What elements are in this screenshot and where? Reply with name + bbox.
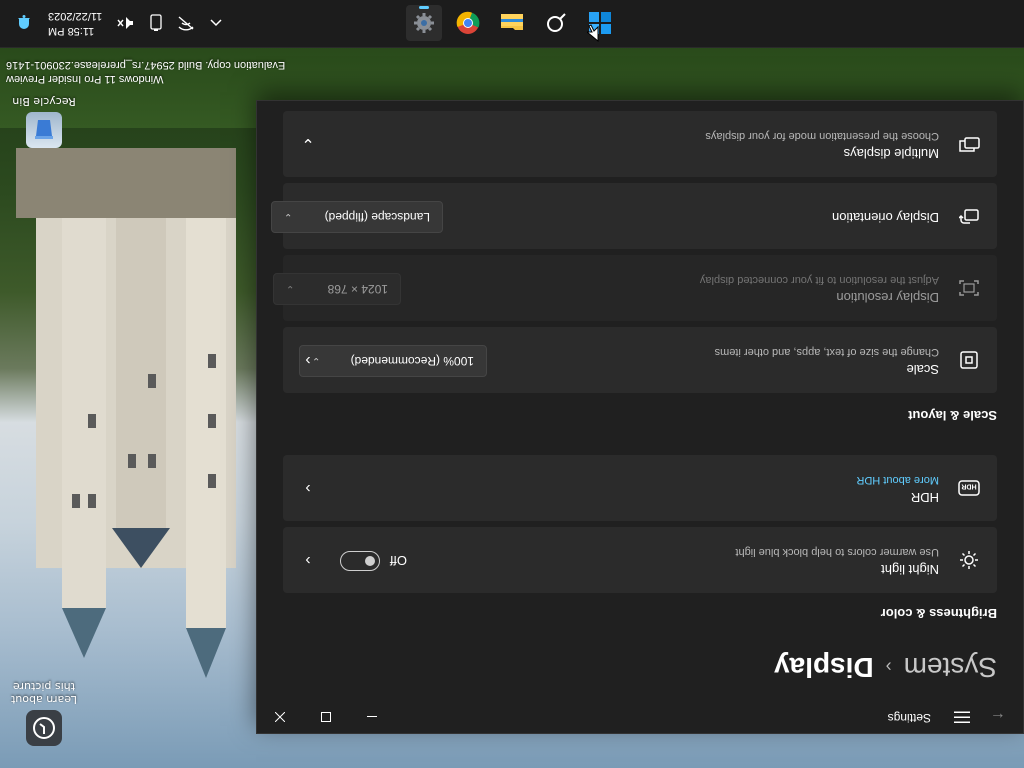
orientation-dropdown[interactable]: Landscape (flipped) ⌄ [271, 201, 443, 233]
hdr-icon: HDR [957, 476, 981, 500]
back-arrow-icon: ← [990, 709, 1006, 726]
scale-icon [957, 348, 981, 372]
castle-image [16, 148, 236, 678]
battery-icon [150, 14, 162, 31]
close-button[interactable] [257, 701, 303, 733]
minimize-button[interactable] [349, 701, 395, 733]
resolution-title: Display resolution [836, 290, 939, 305]
show-hidden-icons-button[interactable] [204, 11, 228, 35]
display-resolution-card: Display resolution Adjust the resolution… [273, 255, 997, 321]
chevron-up-icon [210, 19, 222, 27]
display-orientation-card[interactable]: Display orientation Landscape (flipped) … [271, 183, 997, 249]
breadcrumb-system[interactable]: System [904, 651, 997, 683]
minimize-icon [367, 716, 377, 717]
scale-card[interactable]: Scale Change the size of text, apps, and… [283, 327, 997, 393]
gear-icon [414, 13, 434, 33]
more-about-hdr-link[interactable]: More about HDR [856, 474, 939, 486]
watermark-line-2: Evaluation copy. Build 25947.rs_prerelea… [6, 59, 286, 71]
resolution-subtitle: Adjust the resolution to fit your connec… [699, 274, 939, 286]
breadcrumb: System › Display [774, 651, 997, 683]
scale-dropdown-value: 100% (Recommended) [350, 354, 474, 368]
learn-about-label-2: this picture [13, 680, 75, 693]
chevron-right-icon[interactable]: › [297, 349, 319, 371]
recycle-bin-icon [26, 112, 62, 148]
chevron-down-icon: ⌄ [286, 283, 295, 295]
chevron-down-icon[interactable]: ⌄ [297, 133, 319, 155]
window-title: Settings [887, 711, 931, 725]
nav-menu-button[interactable] [949, 707, 975, 727]
resolution-dropdown-value: 1024 × 768 [327, 282, 388, 296]
notifications-button[interactable] [12, 11, 36, 35]
multiple-displays-icon [957, 132, 981, 156]
brightness-icon [957, 548, 981, 572]
chevron-right-icon[interactable]: › [297, 549, 319, 571]
orientation-dropdown-value: Landscape (flipped) [324, 210, 430, 224]
scale-subtitle: Change the size of text, apps, and other… [714, 346, 939, 358]
notification-bell-icon [18, 15, 30, 29]
network-disconnected-icon [178, 16, 194, 31]
multiple-displays-subtitle: Choose the presentation mode for your di… [705, 130, 939, 142]
night-light-subtitle: Use warmer colors to help block blue lig… [735, 546, 939, 558]
resolution-dropdown[interactable]: 1024 × 768 ⌄ [273, 273, 401, 305]
night-light-title: Night light [881, 562, 939, 577]
recycle-bin-shortcut[interactable]: Recycle Bin [4, 95, 84, 148]
volume-muted-icon [117, 17, 134, 29]
title-bar[interactable]: ← Settings [257, 701, 1023, 733]
svg-text:HDR: HDR [961, 483, 976, 490]
page-title: Display [774, 652, 874, 683]
orientation-icon [957, 204, 981, 228]
section-scale-layout: Scale & layout [908, 408, 997, 423]
maximize-icon [321, 712, 331, 722]
resolution-icon [957, 276, 981, 300]
recycle-bin-label: Recycle Bin [12, 95, 76, 108]
settings-taskbar-button[interactable] [406, 5, 442, 41]
breadcrumb-chevron-icon: › [885, 657, 892, 678]
clock[interactable]: 11:58 PM 11/22/2023 [48, 8, 102, 38]
folder-icon [501, 14, 523, 30]
evaluation-watermark: Windows 11 Pro Insider Preview Evaluatio… [6, 58, 285, 86]
back-button[interactable]: ← [983, 707, 1013, 727]
mouse-cursor-icon [587, 24, 599, 42]
network-button[interactable] [174, 11, 198, 35]
close-icon [275, 712, 285, 722]
battery-button[interactable] [144, 11, 168, 35]
camera-icon [26, 710, 62, 746]
multiple-displays-title: Multiple displays [843, 146, 939, 161]
maximize-button[interactable] [303, 701, 349, 733]
hdr-title: HDR [910, 490, 939, 505]
night-light-toggle-state: Off [389, 553, 407, 569]
orientation-title: Display orientation [832, 210, 939, 225]
settings-window: ← Settings System › Display Brightness &… [256, 100, 1024, 734]
screen-flipped: Recycle Bin Learn about this picture Win… [0, 0, 1024, 768]
clock-date: 11/22/2023 [48, 10, 103, 22]
search-icon [547, 13, 566, 32]
chevron-down-icon: ⌄ [284, 211, 293, 223]
learn-about-picture-shortcut[interactable]: Learn about this picture [4, 680, 84, 746]
scale-dropdown[interactable]: 100% (Recommended) ⌄ [299, 345, 487, 377]
night-light-card[interactable]: Night light Use warmer colors to help bl… [283, 527, 997, 593]
section-brightness-color: Brightness & color [880, 606, 997, 621]
scale-title: Scale [906, 362, 939, 377]
watermark-line-1: Windows 11 Pro Insider Preview [6, 73, 164, 85]
night-light-toggle[interactable] [339, 551, 380, 571]
taskbar: 11:58 PM 11/22/2023 [0, 0, 1024, 48]
hamburger-icon [954, 711, 970, 723]
learn-about-label-1: Learn about [11, 693, 77, 706]
hdr-card[interactable]: HDR HDR More about HDR › [283, 455, 997, 521]
chevron-right-icon[interactable]: › [297, 477, 319, 499]
system-tray: 11:58 PM 11/22/2023 [0, 0, 228, 47]
file-explorer-button[interactable] [494, 5, 530, 41]
chrome-icon [456, 11, 480, 34]
volume-button[interactable] [114, 11, 138, 35]
search-button[interactable] [538, 5, 574, 41]
chrome-button[interactable] [450, 5, 486, 41]
night-light-toggle-group: Off [339, 551, 407, 571]
clock-time: 11:58 PM [48, 25, 95, 37]
multiple-displays-card[interactable]: Multiple displays Choose the presentatio… [283, 111, 997, 177]
